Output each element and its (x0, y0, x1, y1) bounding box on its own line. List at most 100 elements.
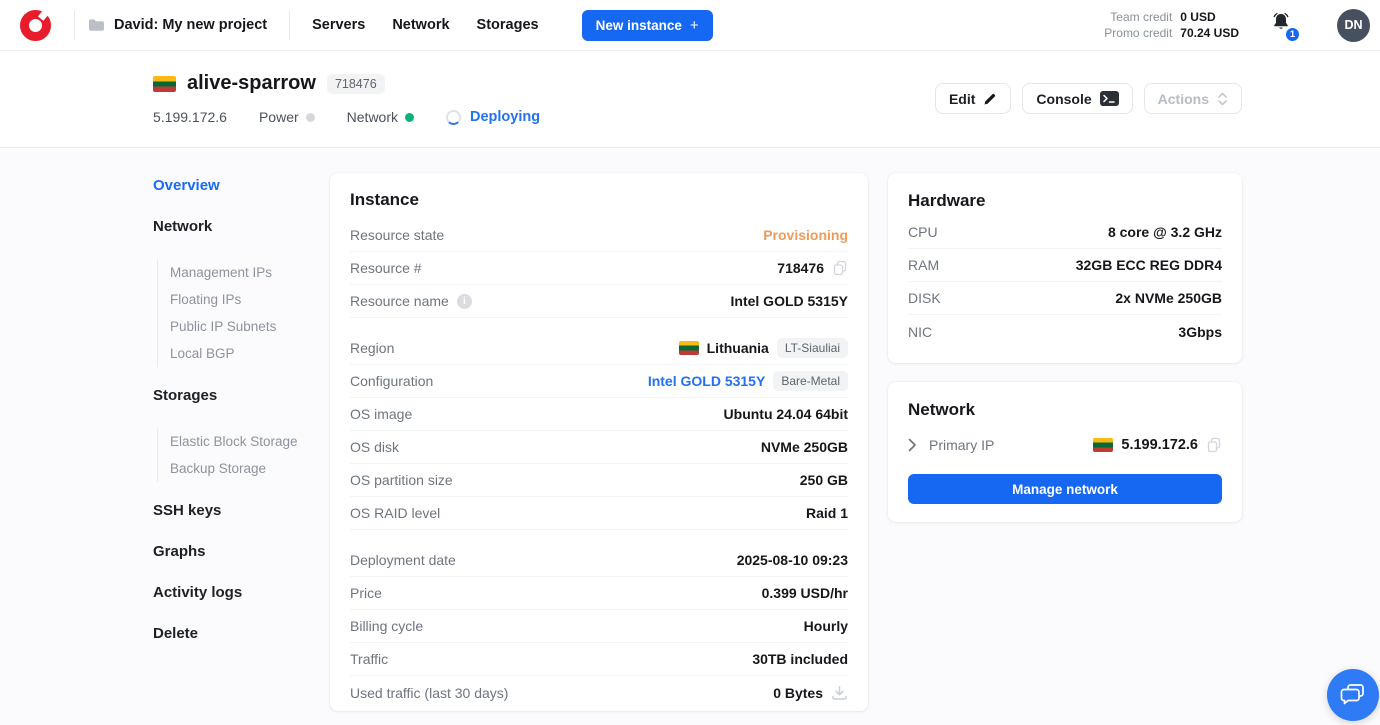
sidebar-item-local-bgp[interactable]: Local BGP (170, 340, 330, 367)
sidebar-item-elastic-block-storage[interactable]: Elastic Block Storage (170, 428, 330, 455)
sidebar: Overview Network Management IPsFloating IP… (153, 173, 330, 666)
console-button[interactable]: Console (1022, 83, 1132, 114)
instance-name: alive-sparrow (187, 72, 316, 95)
avatar[interactable]: DN (1337, 9, 1370, 42)
notifications-button[interactable]: 1 (1269, 11, 1295, 39)
nav-link-storages[interactable]: Storages (477, 17, 539, 33)
chevron-right-icon (908, 438, 917, 452)
row-label: Region (350, 340, 394, 356)
team-credit-label: Team credit (1104, 10, 1172, 24)
row-label: Deployment date (350, 552, 456, 568)
network-card-title: Network (908, 400, 1222, 420)
row-label: Billing cycle (350, 618, 423, 634)
row-value-text: Raid 1 (806, 505, 848, 521)
sidebar-item-management-ips[interactable]: Management IPs (170, 259, 330, 286)
row-value-text: Hourly (804, 618, 848, 634)
plus-icon: + (690, 18, 699, 33)
team-credit-value: 0 USD (1180, 10, 1239, 24)
instance-ip: 5.199.172.6 (153, 109, 227, 125)
row-nic: NIC3Gbps (908, 315, 1222, 348)
row-label: RAM (908, 257, 939, 273)
row-value-text[interactable]: Intel GOLD 5315Y (648, 373, 765, 389)
support-chat-button[interactable] (1327, 669, 1379, 721)
new-instance-label: New instance (596, 18, 682, 33)
project-selector[interactable]: David: My new project (75, 17, 289, 33)
hardware-row-group: CPU8 core @ 3.2 GHzRAM32GB ECC REG DDR4D… (908, 216, 1222, 348)
top-nav: David: My new project Servers Network Stor… (0, 0, 1380, 51)
row-billing-cycle: Billing cycle Hourly (350, 610, 848, 643)
row-value: 250 GB (800, 472, 848, 488)
instance-rows: Resource stateProvisioningResource #7184… (350, 219, 848, 709)
row-deployment-date: Deployment date 2025-08-10 09:23 (350, 544, 848, 577)
sidebar-item-graphs[interactable]: Graphs (153, 543, 330, 560)
row-label: Price (350, 585, 382, 601)
pencil-icon (983, 92, 997, 106)
terminal-icon (1100, 91, 1119, 106)
sidebar-item-ssh-keys[interactable]: SSH keys (153, 502, 330, 519)
sidebar-item-overview[interactable]: Overview (153, 177, 330, 194)
row-value: NVMe 250GB (761, 439, 848, 455)
credits-summary: Team credit0 USDPromo credit70.24 USD (1104, 10, 1239, 40)
row-value: 32GB ECC REG DDR4 (1076, 257, 1222, 273)
sidebar-item-delete[interactable]: Delete (153, 625, 330, 642)
new-instance-button[interactable]: New instance + (582, 10, 713, 41)
info-icon[interactable]: i (457, 294, 472, 309)
download-icon (831, 685, 848, 701)
row-value-text: Provisioning (763, 227, 848, 243)
row-value-text: Intel GOLD 5315Y (731, 293, 848, 309)
badge-lt-siauliai: LT-Siauliai (777, 338, 848, 358)
row-value: Provisioning (763, 227, 848, 243)
chevron-up-down-icon (1217, 91, 1228, 107)
nav-link-servers[interactable]: Servers (312, 17, 365, 33)
notification-badge: 1 (1285, 27, 1300, 42)
row-value: 2x NVMe 250GB (1115, 290, 1222, 306)
sidebar-item-floating-ips[interactable]: Floating IPs (170, 286, 330, 313)
copy-icon (1206, 437, 1222, 453)
sidebar-item-storages[interactable]: Storages (153, 387, 330, 404)
row-value: 3Gbps (1178, 324, 1222, 340)
row-os-raid-level: OS RAID levelRaid 1 (350, 497, 848, 530)
row-used-traffic-last-30-days: Used traffic (last 30 days)0 Bytes (350, 676, 848, 709)
sidebar-item-network[interactable]: Network (153, 218, 330, 235)
right-column: Hardware CPU8 core @ 3.2 GHzRAM32GB ECC … (888, 173, 1242, 522)
primary-ip-label: Primary IP (929, 437, 994, 453)
nav-divider (289, 10, 290, 40)
row-label: Configuration (350, 373, 433, 389)
row-value: Ubuntu 24.04 64bit (724, 406, 848, 422)
row-value: 0.399 USD/hr (762, 585, 848, 601)
network-card: Network Primary IP 5.199.172.6 (888, 382, 1242, 522)
brand-logo-icon[interactable] (20, 10, 51, 41)
row-value: 8 core @ 3.2 GHz (1108, 224, 1222, 240)
nav-link-network[interactable]: Network (392, 17, 449, 33)
chat-icon (1340, 683, 1366, 707)
copy-ip-button[interactable] (1206, 437, 1222, 453)
edit-button[interactable]: Edit (935, 83, 1011, 114)
actions-label: Actions (1158, 91, 1209, 107)
power-status-dot (306, 113, 315, 122)
actions-button[interactable]: Actions (1144, 83, 1242, 114)
row-label: OS disk (350, 439, 399, 455)
row-value: Intel GOLD 5315Y (731, 293, 848, 309)
sidebar-subgroup-network: Management IPsFloating IPsPublic IP Subn… (157, 259, 330, 367)
sidebar-item-public-ip-subnets[interactable]: Public IP Subnets (170, 313, 330, 340)
sidebar-item-backup-storage[interactable]: Backup Storage (170, 455, 330, 482)
row-value: LithuaniaLT-Siauliai (679, 338, 848, 358)
primary-ip-row[interactable]: Primary IP 5.199.172.6 (908, 428, 1222, 461)
row-value-text: 2025-08-10 09:23 (737, 552, 848, 568)
row-cpu: CPU 8 core @ 3.2 GHz (908, 216, 1222, 249)
nav-links: Servers Network Storages (312, 17, 539, 33)
sidebar-item-activity-logs[interactable]: Activity logs (153, 584, 330, 601)
row-region: Region LithuaniaLT-Siauliai (350, 332, 848, 365)
row-label: CPU (908, 224, 938, 240)
copy-button[interactable] (832, 260, 848, 276)
deploying-spinner-icon (446, 110, 461, 125)
download-button[interactable] (831, 685, 848, 701)
row-resource-name: Resource nameiIntel GOLD 5315Y (350, 285, 848, 318)
row-value-text: 0 Bytes (773, 685, 823, 701)
manage-network-button[interactable]: Manage network (908, 474, 1222, 504)
row-price: Price 0.399 USD/hr (350, 577, 848, 610)
row-value: Raid 1 (806, 505, 848, 521)
row-os-partition-size: OS partition size250 GB (350, 464, 848, 497)
row-os-disk: OS disk NVMe 250GB (350, 431, 848, 464)
row-os-image: OS imageUbuntu 24.04 64bit (350, 398, 848, 431)
